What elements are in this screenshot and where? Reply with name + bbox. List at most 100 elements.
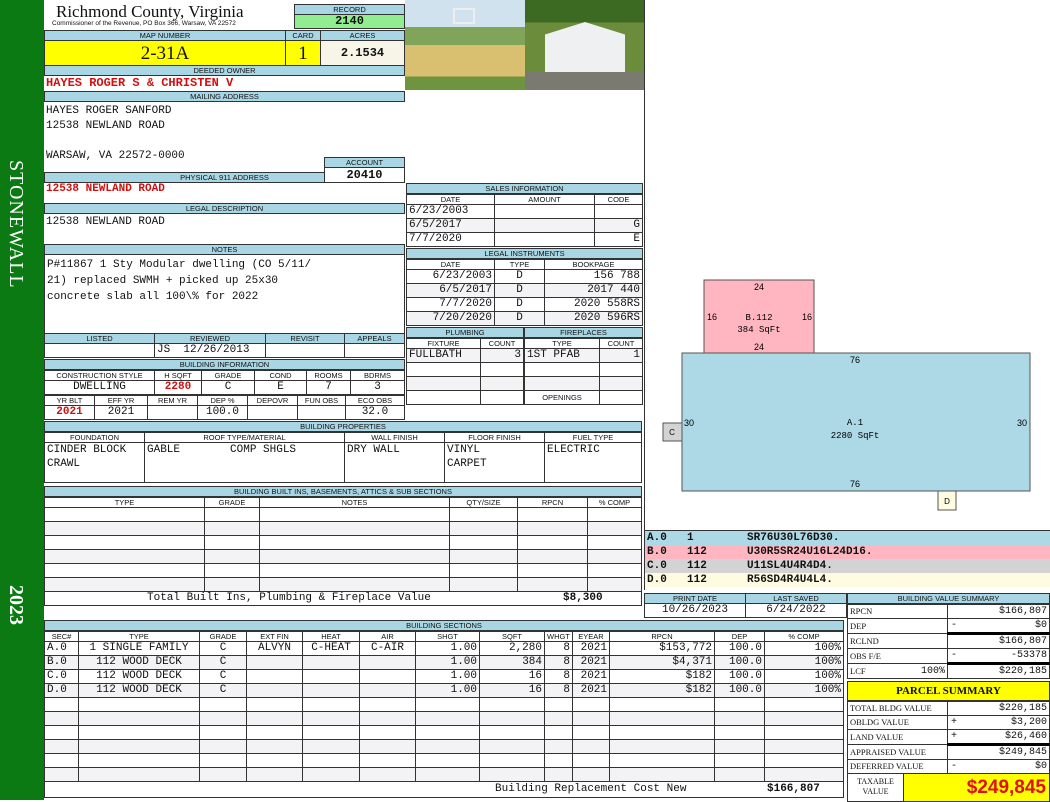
cell-heat [302, 767, 360, 782]
code-code: 112 [687, 546, 707, 558]
empty-cell [259, 563, 450, 578]
cell-book: 2017 440 [544, 283, 643, 298]
cell-heat [302, 725, 360, 740]
cell-heat [302, 711, 360, 726]
col-header: CODE [594, 194, 643, 205]
cell-rpcn [609, 711, 715, 726]
card-label: CARD [285, 30, 321, 41]
summary-value: - -53378 [947, 648, 1050, 664]
col-header: EFF YR [94, 395, 148, 406]
summary-key-label: DEFERRED VALUE [850, 761, 924, 771]
cell-air [359, 669, 416, 684]
bedrooms: 3 [350, 380, 405, 395]
code-sec: A.0 [647, 532, 667, 544]
summary-value: $220,185 [947, 701, 1050, 716]
dim-label: 24 [754, 282, 764, 292]
mailing-line: HAYES ROGER SANFORD [46, 105, 172, 117]
empty-cell [587, 521, 642, 536]
acres-label: ACRES [320, 30, 405, 41]
empty-cell [204, 577, 260, 592]
cell-book: 2020 558RS [544, 297, 643, 312]
cell-air [359, 753, 416, 768]
functional-obs [297, 405, 346, 420]
cell-book: 156 788 [544, 269, 643, 284]
notes-line: P#11867 1 Sty Modular dwelling (CO 5/11/ [47, 259, 312, 271]
record-box: RECORD 2140 [294, 4, 405, 29]
cell-grade: C [199, 655, 247, 670]
cell-air [359, 655, 416, 670]
cell-eyear [572, 767, 610, 782]
empty-cell [449, 521, 518, 536]
summary-key-label: DEP [850, 620, 867, 631]
revisit-value [265, 343, 345, 358]
empty-cell [587, 535, 642, 550]
col-header: BDRMS [350, 370, 405, 381]
cell-ext: ALVYN [246, 641, 303, 656]
cell-whgt: 8 [544, 655, 573, 670]
section-row [44, 767, 844, 782]
cell-sec [44, 697, 79, 712]
summary-amount: $249,845 [998, 747, 1047, 759]
cell-dep [714, 697, 765, 712]
cell-sqft: 16 [479, 683, 545, 698]
col-header: CONSTRUCTION STYLE [44, 370, 155, 381]
account-label: ACCOUNT [324, 157, 405, 168]
cell-air [359, 683, 416, 698]
cell-comp [764, 725, 844, 740]
col-header: YR BLT [44, 395, 95, 406]
summary-key-label: OBS F/E [850, 650, 881, 661]
empty-cell [44, 577, 205, 592]
property-photo-2[interactable] [525, 0, 644, 90]
roof: GABLE COMP SHGLS [144, 442, 345, 483]
account-box: ACCOUNT 20410 [324, 157, 405, 183]
dim-label: 76 [850, 479, 860, 489]
reviewed-header: REVIEWED [154, 333, 266, 344]
section-a-area: 2280 SqFt [831, 431, 880, 441]
cell-whgt [544, 711, 573, 726]
summary-key-label: TOTAL BLDG VALUE [850, 703, 932, 713]
empty-row [44, 507, 642, 522]
cell-air [359, 767, 416, 782]
cell-sec: A.0 [44, 641, 79, 656]
cell-comp [764, 753, 844, 768]
cell-shgt [415, 711, 480, 726]
property-photo-1[interactable] [405, 0, 525, 90]
cell-type: D [494, 297, 545, 312]
summary-key: LCF 100% [847, 663, 948, 679]
built-ins-total-row: Total Built Ins, Plumbing & Fireplace Va… [44, 592, 642, 606]
cell-eyear: 2021 [572, 683, 610, 698]
summary-row: LCF 100% $220,185 [847, 662, 1050, 679]
section-row: D.0 112 WOOD DECK C 1.00 16 8 2021 $182 100.0 100… [44, 683, 844, 698]
mailing-line: 12538 NEWLAND ROAD [46, 120, 165, 132]
cell-air [359, 711, 416, 726]
summary-sign: + [951, 731, 958, 742]
legal-description: 12538 NEWLAND ROAD [46, 216, 165, 228]
cell-type: D [494, 269, 545, 284]
summary-sign: + [951, 717, 958, 728]
cell-amount [494, 218, 595, 233]
empty-cell [204, 521, 260, 536]
col-header: FIXTURE [406, 338, 481, 349]
summary-value: + $3,200 [947, 715, 1050, 730]
notes-label: NOTES [44, 244, 405, 255]
cell-whgt [544, 725, 573, 740]
col-header: COND [254, 370, 307, 381]
revisit-header: REVISIT [265, 333, 345, 344]
cell-air [359, 725, 416, 740]
building-sketch[interactable]: 24 24 16 16 B.112 384 SqFt 76 76 30 30 A… [645, 0, 1050, 530]
summary-value: $166,807 [947, 632, 1050, 649]
col-header: DEP % [197, 395, 248, 406]
cell-comp [764, 767, 844, 782]
parcel-summary-title: PARCEL SUMMARY [847, 681, 1050, 701]
openings-value [599, 390, 643, 405]
dim-label: 30 [684, 418, 694, 428]
cell-eyear: 2021 [572, 669, 610, 684]
summary-amount: $220,185 [998, 703, 1047, 714]
empty-cell [44, 521, 205, 536]
summary-key: RPCN [847, 604, 948, 619]
cell-shgt [415, 725, 480, 740]
fireplace-type: 1ST PFAB [524, 348, 600, 363]
fireplaces: FIREPLACES TYPE COUNT 1ST PFAB 1 OPENINGS [524, 327, 643, 405]
deeded-owner: HAYES ROGER S & CHRISTEN V [46, 76, 234, 90]
summary-key-label: OBLDG VALUE [850, 717, 909, 727]
